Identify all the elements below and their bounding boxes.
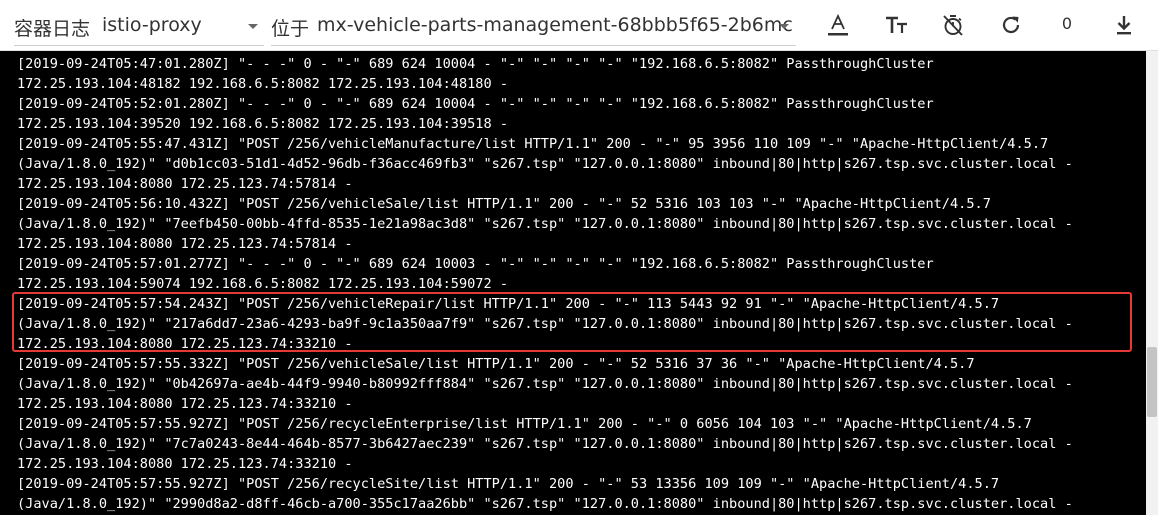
font-size-button[interactable] <box>882 10 912 40</box>
text-color-button[interactable] <box>823 10 853 40</box>
log-count: 0 <box>1061 14 1073 33</box>
text-color-icon <box>828 13 848 36</box>
log-line: [2019-09-24T05:57:54.243Z] "POST /256/ve… <box>17 296 1000 312</box>
log-line: 172.25.193.104:8080 172.25.123.74:57814 … <box>17 176 353 192</box>
pod-select-value: mx-vehicle-parts-management-68bbb5f65-2b… <box>317 14 793 36</box>
log-line: [2019-09-24T05:47:01.280Z] "- - -" 0 - "… <box>17 56 934 72</box>
log-line: (Java/1.8.0_192)" "0b42697a-ae4b-44f9-99… <box>17 376 1073 392</box>
log-line: 172.25.193.104:8080 172.25.123.74:57814 … <box>17 236 353 252</box>
log-line: 172.25.193.104:59074 192.168.6.5:8082 17… <box>17 276 509 292</box>
log-line: 172.25.193.104:8080 172.25.123.74:33210 … <box>17 456 353 472</box>
log-line: 172.25.193.104:8080 172.25.123.74:33210 … <box>17 396 353 412</box>
log-line: 172.25.193.104:39520 192.168.6.5:8082 17… <box>17 116 509 132</box>
timer-off-icon <box>943 15 963 36</box>
log-line: 172.25.193.104:48182 192.168.6.5:8082 17… <box>17 76 509 92</box>
log-line: (Java/1.8.0_192)" "7eefb450-00bb-4ffd-85… <box>17 216 1073 232</box>
font-size-icon <box>886 16 907 33</box>
log-line: (Java/1.8.0_192)" "7c7a0243-8e44-464b-85… <box>17 436 1073 452</box>
container-select-label: 容器日志 <box>14 18 91 40</box>
download-button[interactable] <box>1109 10 1139 40</box>
log-scrollbar[interactable] <box>1146 51 1158 515</box>
log-viewer[interactable]: [2019-09-24T05:47:01.280Z] "- - -" 0 - "… <box>0 51 1158 515</box>
log-line: [2019-09-24T05:56:10.432Z] "POST /256/ve… <box>17 196 991 212</box>
log-line: 172.25.193.104:8080 172.25.123.74:33210 … <box>17 336 353 352</box>
log-line: [2019-09-24T05:57:55.927Z] "POST /256/re… <box>17 476 1000 492</box>
log-line: (Java/1.8.0_192)" "2990d8a2-d8ff-46cb-a7… <box>17 496 1073 512</box>
pod-select-label: 位于 <box>271 18 310 40</box>
pod-select[interactable]: 位于 mx-vehicle-parts-management-68bbb5f65… <box>271 8 796 46</box>
log-line: [2019-09-24T05:57:55.927Z] "POST /256/re… <box>17 416 1032 432</box>
log-line: [2019-09-24T05:57:01.277Z] "- - -" 0 - "… <box>17 256 934 272</box>
refresh-button[interactable] <box>996 10 1026 40</box>
log-line: [2019-09-24T05:52:01.280Z] "- - -" 0 - "… <box>17 96 934 112</box>
scrollbar-thumb[interactable] <box>1147 347 1157 417</box>
refresh-icon <box>1002 16 1020 34</box>
container-select[interactable]: 容器日志 istio-proxy <box>14 8 264 46</box>
log-line: (Java/1.8.0_192)" "217a6dd7-23a6-4293-ba… <box>17 316 1073 332</box>
log-line: [2019-09-24T05:55:47.431Z] "POST /256/ve… <box>17 136 1049 152</box>
log-lines: [2019-09-24T05:47:01.280Z] "- - -" 0 - "… <box>17 54 1137 514</box>
download-icon <box>1117 16 1131 35</box>
timer-off-button[interactable] <box>938 10 968 40</box>
log-line: (Java/1.8.0_192)" "d0b1cc03-51d1-4d52-96… <box>17 156 1073 172</box>
log-toolbar: 容器日志 istio-proxy 位于 mx-vehicle-parts-man… <box>0 0 1158 51</box>
log-line: [2019-09-24T05:57:55.332Z] "POST /256/ve… <box>17 356 975 372</box>
container-select-value: istio-proxy <box>102 14 202 36</box>
chevron-down-icon <box>248 24 258 29</box>
chevron-down-icon <box>779 24 789 29</box>
